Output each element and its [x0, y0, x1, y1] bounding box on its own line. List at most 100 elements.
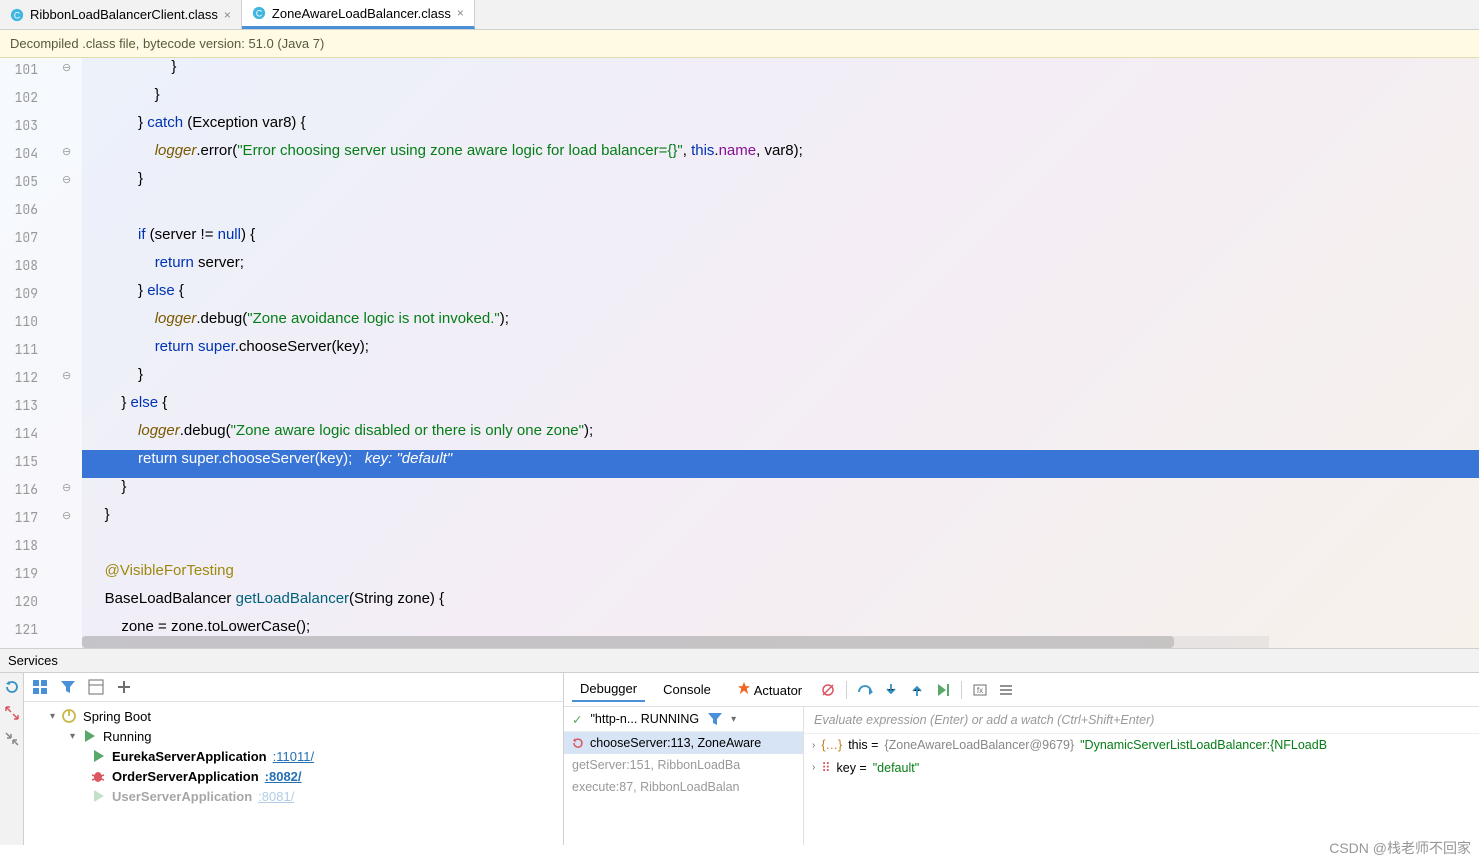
- services-toolwindow-header[interactable]: Services: [0, 648, 1479, 673]
- code-line[interactable]: return super.chooseServer(key);: [82, 338, 1479, 366]
- chevron-right-icon[interactable]: ›: [812, 762, 815, 773]
- step-into-icon[interactable]: [883, 682, 899, 698]
- line-number[interactable]: 111: [0, 341, 38, 358]
- line-number[interactable]: 106: [0, 201, 38, 218]
- fold-icon[interactable]: ⊖: [62, 481, 71, 494]
- line-number[interactable]: 115: [0, 453, 38, 470]
- code-line[interactable]: } else {: [82, 394, 1479, 422]
- line-number[interactable]: 120: [0, 593, 38, 610]
- var-key[interactable]: › ⠿ key = "default": [804, 756, 1479, 779]
- fold-icon[interactable]: ⊖: [62, 61, 71, 74]
- layout-icon[interactable]: [88, 679, 104, 695]
- tab-actuator[interactable]: Actuator: [729, 677, 810, 702]
- tab-zone-aware[interactable]: C ZoneAwareLoadBalancer.class ×: [242, 0, 475, 29]
- variables-panel: Evaluate expression (Enter) or add a wat…: [804, 707, 1479, 845]
- code-line[interactable]: }: [82, 366, 1479, 394]
- line-number[interactable]: 101: [0, 61, 38, 78]
- line-number[interactable]: 121: [0, 621, 38, 638]
- code-line[interactable]: }: [82, 170, 1479, 198]
- frame-row[interactable]: execute:87, RibbonLoadBalan: [564, 776, 803, 798]
- app-port-link[interactable]: :8082/: [265, 769, 302, 784]
- close-icon[interactable]: ×: [224, 8, 231, 22]
- line-number[interactable]: 110: [0, 313, 38, 330]
- expand-icon[interactable]: [4, 705, 20, 721]
- add-icon[interactable]: [116, 679, 132, 695]
- check-icon: ✓: [572, 712, 582, 727]
- line-number[interactable]: 107: [0, 229, 38, 246]
- mute-bp-icon[interactable]: [820, 682, 836, 698]
- frame-row[interactable]: getServer:151, RibbonLoadBa: [564, 754, 803, 776]
- evaluate-input[interactable]: Evaluate expression (Enter) or add a wat…: [804, 707, 1479, 734]
- code-line[interactable]: @VisibleForTesting: [82, 562, 1479, 590]
- chevron-down-icon[interactable]: ▾: [50, 711, 55, 722]
- fold-icon[interactable]: ⊖: [62, 509, 71, 522]
- code-line[interactable]: logger.debug("Zone aware logic disabled …: [82, 422, 1479, 450]
- step-out-icon[interactable]: [909, 682, 925, 698]
- tree-app-order[interactable]: OrderServerApplication :8082/: [24, 766, 563, 786]
- close-icon[interactable]: ×: [457, 6, 464, 20]
- code-line[interactable]: } else {: [82, 282, 1479, 310]
- code-line[interactable]: BaseLoadBalancer getLoadBalancer(String …: [82, 590, 1479, 618]
- line-number[interactable]: 116: [0, 481, 38, 498]
- line-number[interactable]: 112: [0, 369, 38, 386]
- line-number[interactable]: 102: [0, 89, 38, 106]
- tree-running[interactable]: ▾ Running: [24, 726, 563, 746]
- code-line[interactable]: } catch (Exception var8) {: [82, 114, 1479, 142]
- line-number[interactable]: 113: [0, 397, 38, 414]
- code-line[interactable]: }: [82, 478, 1479, 506]
- line-number[interactable]: 114: [0, 425, 38, 442]
- line-number[interactable]: 119: [0, 565, 38, 582]
- code-line[interactable]: }: [82, 506, 1479, 534]
- app-port-link[interactable]: :11011/: [273, 749, 314, 764]
- fold-icon[interactable]: ⊖: [62, 145, 71, 158]
- code-line[interactable]: return super.chooseServer(key); key: "de…: [82, 450, 1479, 478]
- thread-label[interactable]: "http-n... RUNNING: [590, 712, 699, 726]
- line-number[interactable]: 108: [0, 257, 38, 274]
- code-line[interactable]: }: [82, 58, 1479, 86]
- line-number[interactable]: 104: [0, 145, 38, 162]
- step-over-icon[interactable]: [857, 682, 873, 698]
- tab-debugger[interactable]: Debugger: [572, 677, 645, 702]
- code-line[interactable]: return server;: [82, 254, 1479, 282]
- code-line[interactable]: logger.debug("Zone avoidance logic is no…: [82, 310, 1479, 338]
- chevron-down-icon[interactable]: ▾: [731, 714, 736, 725]
- run-to-cursor-icon[interactable]: [935, 682, 951, 698]
- code-line[interactable]: if (server != null) {: [82, 226, 1479, 254]
- line-number[interactable]: 109: [0, 285, 38, 302]
- scrollbar-thumb[interactable]: [82, 636, 1174, 648]
- app-port-link[interactable]: :8081/: [258, 789, 294, 804]
- grid-icon[interactable]: [32, 679, 48, 695]
- chevron-right-icon[interactable]: ›: [812, 740, 815, 751]
- code-line[interactable]: logger.error("Error choosing server usin…: [82, 142, 1479, 170]
- reload-icon: [572, 737, 584, 749]
- filter-icon[interactable]: [707, 711, 723, 727]
- bug-icon: [90, 768, 106, 784]
- chevron-down-icon[interactable]: ▾: [70, 731, 75, 742]
- line-number[interactable]: 117: [0, 509, 38, 526]
- line-number[interactable]: 105: [0, 173, 38, 190]
- debugger-toolbar: Debugger Console Actuator fx: [564, 673, 1479, 707]
- play-icon: [90, 748, 106, 764]
- code-line[interactable]: }: [82, 86, 1479, 114]
- tree-label: Running: [103, 729, 151, 744]
- tab-ribbon[interactable]: C RibbonLoadBalancerClient.class ×: [0, 0, 242, 29]
- tree-app-user[interactable]: UserServerApplication :8081/: [24, 786, 563, 806]
- frame-row[interactable]: chooseServer:113, ZoneAware: [564, 732, 803, 754]
- horizontal-scrollbar[interactable]: [82, 636, 1269, 648]
- restart-icon[interactable]: [4, 679, 20, 695]
- tree-root[interactable]: ▾ Spring Boot: [24, 706, 563, 726]
- line-number[interactable]: 118: [0, 537, 38, 554]
- code-editor[interactable]: 101 ⊖ 102 103 104 ⊖ 105 ⊖ 106 107 108 109 110 111 112 ⊖…: [0, 58, 1479, 648]
- code-line[interactable]: [82, 198, 1479, 226]
- fold-icon[interactable]: ⊖: [62, 173, 71, 186]
- evaluate-icon[interactable]: fx: [972, 682, 988, 698]
- code-line[interactable]: [82, 534, 1479, 562]
- collapse-icon[interactable]: [4, 731, 20, 747]
- filter-icon[interactable]: [60, 679, 76, 695]
- tab-console[interactable]: Console: [655, 678, 719, 701]
- settings-icon[interactable]: [998, 682, 1014, 698]
- tree-app-eureka[interactable]: EurekaServerApplication :11011/: [24, 746, 563, 766]
- var-this[interactable]: › {…} this = {ZoneAwareLoadBalancer@9679…: [804, 734, 1479, 756]
- line-number[interactable]: 103: [0, 117, 38, 134]
- fold-icon[interactable]: ⊖: [62, 369, 71, 382]
